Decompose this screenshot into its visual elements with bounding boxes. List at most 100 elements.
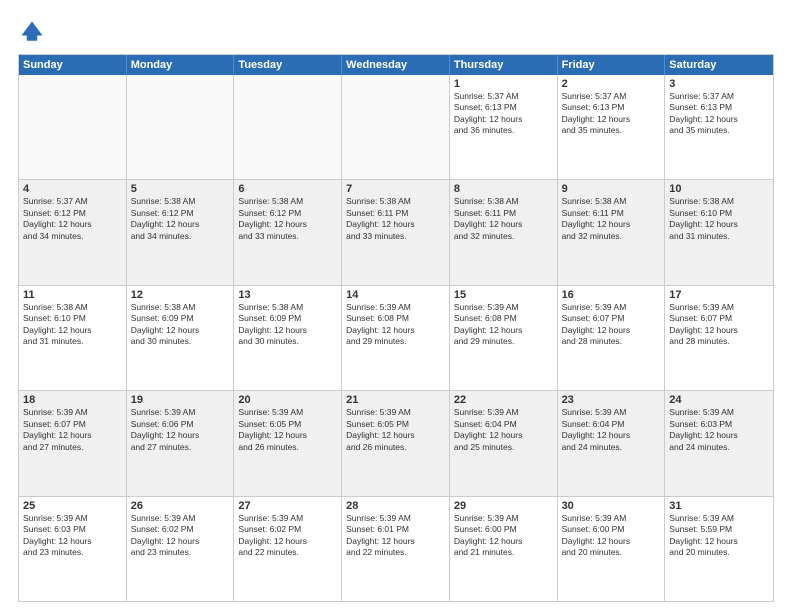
day-number: 4: [23, 183, 122, 195]
header-day-monday: Monday: [127, 55, 235, 75]
day-info: Sunrise: 5:37 AM Sunset: 6:12 PM Dayligh…: [23, 196, 122, 242]
day-info: Sunrise: 5:38 AM Sunset: 6:11 PM Dayligh…: [562, 196, 661, 242]
day-number: 11: [23, 289, 122, 301]
page: SundayMondayTuesdayWednesdayThursdayFrid…: [0, 0, 792, 612]
header-day-friday: Friday: [558, 55, 666, 75]
day-cell-16: 16Sunrise: 5:39 AM Sunset: 6:07 PM Dayli…: [558, 286, 666, 390]
day-info: Sunrise: 5:39 AM Sunset: 6:01 PM Dayligh…: [346, 513, 445, 559]
day-info: Sunrise: 5:39 AM Sunset: 6:08 PM Dayligh…: [454, 302, 553, 348]
header-day-sunday: Sunday: [19, 55, 127, 75]
day-info: Sunrise: 5:38 AM Sunset: 6:12 PM Dayligh…: [238, 196, 337, 242]
day-number: 6: [238, 183, 337, 195]
day-number: 16: [562, 289, 661, 301]
day-cell-25: 25Sunrise: 5:39 AM Sunset: 6:03 PM Dayli…: [19, 497, 127, 601]
day-number: 24: [669, 394, 769, 406]
header-day-tuesday: Tuesday: [234, 55, 342, 75]
day-cell-24: 24Sunrise: 5:39 AM Sunset: 6:03 PM Dayli…: [665, 391, 773, 495]
day-number: 22: [454, 394, 553, 406]
day-info: Sunrise: 5:38 AM Sunset: 6:10 PM Dayligh…: [23, 302, 122, 348]
day-cell-22: 22Sunrise: 5:39 AM Sunset: 6:04 PM Dayli…: [450, 391, 558, 495]
day-number: 5: [131, 183, 230, 195]
day-cell-28: 28Sunrise: 5:39 AM Sunset: 6:01 PM Dayli…: [342, 497, 450, 601]
day-cell-27: 27Sunrise: 5:39 AM Sunset: 6:02 PM Dayli…: [234, 497, 342, 601]
day-info: Sunrise: 5:39 AM Sunset: 6:03 PM Dayligh…: [23, 513, 122, 559]
day-number: 12: [131, 289, 230, 301]
day-cell-6: 6Sunrise: 5:38 AM Sunset: 6:12 PM Daylig…: [234, 180, 342, 284]
day-info: Sunrise: 5:39 AM Sunset: 6:04 PM Dayligh…: [562, 407, 661, 453]
day-number: 31: [669, 500, 769, 512]
day-number: 3: [669, 78, 769, 90]
day-cell-5: 5Sunrise: 5:38 AM Sunset: 6:12 PM Daylig…: [127, 180, 235, 284]
calendar-header: SundayMondayTuesdayWednesdayThursdayFrid…: [19, 55, 773, 75]
day-info: Sunrise: 5:39 AM Sunset: 6:04 PM Dayligh…: [454, 407, 553, 453]
day-number: 21: [346, 394, 445, 406]
day-number: 8: [454, 183, 553, 195]
calendar-row-4: 25Sunrise: 5:39 AM Sunset: 6:03 PM Dayli…: [19, 497, 773, 601]
day-number: 23: [562, 394, 661, 406]
day-number: 14: [346, 289, 445, 301]
header-day-saturday: Saturday: [665, 55, 773, 75]
day-cell-21: 21Sunrise: 5:39 AM Sunset: 6:05 PM Dayli…: [342, 391, 450, 495]
day-info: Sunrise: 5:39 AM Sunset: 6:07 PM Dayligh…: [23, 407, 122, 453]
calendar-row-2: 11Sunrise: 5:38 AM Sunset: 6:10 PM Dayli…: [19, 286, 773, 391]
day-cell-15: 15Sunrise: 5:39 AM Sunset: 6:08 PM Dayli…: [450, 286, 558, 390]
calendar-row-3: 18Sunrise: 5:39 AM Sunset: 6:07 PM Dayli…: [19, 391, 773, 496]
day-number: 13: [238, 289, 337, 301]
day-number: 20: [238, 394, 337, 406]
day-cell-29: 29Sunrise: 5:39 AM Sunset: 6:00 PM Dayli…: [450, 497, 558, 601]
day-info: Sunrise: 5:38 AM Sunset: 6:10 PM Dayligh…: [669, 196, 769, 242]
day-info: Sunrise: 5:39 AM Sunset: 6:07 PM Dayligh…: [669, 302, 769, 348]
day-info: Sunrise: 5:38 AM Sunset: 6:12 PM Dayligh…: [131, 196, 230, 242]
day-number: 30: [562, 500, 661, 512]
day-cell-1: 1Sunrise: 5:37 AM Sunset: 6:13 PM Daylig…: [450, 75, 558, 179]
day-number: 18: [23, 394, 122, 406]
empty-cell: [19, 75, 127, 179]
calendar: SundayMondayTuesdayWednesdayThursdayFrid…: [18, 54, 774, 602]
day-cell-23: 23Sunrise: 5:39 AM Sunset: 6:04 PM Dayli…: [558, 391, 666, 495]
header-day-wednesday: Wednesday: [342, 55, 450, 75]
day-cell-18: 18Sunrise: 5:39 AM Sunset: 6:07 PM Dayli…: [19, 391, 127, 495]
logo: [18, 18, 50, 46]
day-info: Sunrise: 5:39 AM Sunset: 5:59 PM Dayligh…: [669, 513, 769, 559]
day-info: Sunrise: 5:38 AM Sunset: 6:09 PM Dayligh…: [238, 302, 337, 348]
day-cell-3: 3Sunrise: 5:37 AM Sunset: 6:13 PM Daylig…: [665, 75, 773, 179]
day-cell-7: 7Sunrise: 5:38 AM Sunset: 6:11 PM Daylig…: [342, 180, 450, 284]
day-number: 25: [23, 500, 122, 512]
day-number: 9: [562, 183, 661, 195]
day-number: 19: [131, 394, 230, 406]
day-cell-11: 11Sunrise: 5:38 AM Sunset: 6:10 PM Dayli…: [19, 286, 127, 390]
day-cell-17: 17Sunrise: 5:39 AM Sunset: 6:07 PM Dayli…: [665, 286, 773, 390]
day-cell-4: 4Sunrise: 5:37 AM Sunset: 6:12 PM Daylig…: [19, 180, 127, 284]
empty-cell: [234, 75, 342, 179]
day-info: Sunrise: 5:39 AM Sunset: 6:06 PM Dayligh…: [131, 407, 230, 453]
day-info: Sunrise: 5:39 AM Sunset: 6:05 PM Dayligh…: [346, 407, 445, 453]
empty-cell: [127, 75, 235, 179]
day-info: Sunrise: 5:39 AM Sunset: 6:00 PM Dayligh…: [454, 513, 553, 559]
day-cell-19: 19Sunrise: 5:39 AM Sunset: 6:06 PM Dayli…: [127, 391, 235, 495]
day-cell-13: 13Sunrise: 5:38 AM Sunset: 6:09 PM Dayli…: [234, 286, 342, 390]
day-cell-31: 31Sunrise: 5:39 AM Sunset: 5:59 PM Dayli…: [665, 497, 773, 601]
calendar-row-0: 1Sunrise: 5:37 AM Sunset: 6:13 PM Daylig…: [19, 75, 773, 180]
logo-icon: [18, 18, 46, 46]
day-info: Sunrise: 5:39 AM Sunset: 6:03 PM Dayligh…: [669, 407, 769, 453]
day-info: Sunrise: 5:39 AM Sunset: 6:05 PM Dayligh…: [238, 407, 337, 453]
calendar-body: 1Sunrise: 5:37 AM Sunset: 6:13 PM Daylig…: [19, 75, 773, 601]
day-info: Sunrise: 5:39 AM Sunset: 6:00 PM Dayligh…: [562, 513, 661, 559]
day-info: Sunrise: 5:37 AM Sunset: 6:13 PM Dayligh…: [454, 91, 553, 137]
day-number: 26: [131, 500, 230, 512]
day-number: 1: [454, 78, 553, 90]
day-number: 28: [346, 500, 445, 512]
day-cell-20: 20Sunrise: 5:39 AM Sunset: 6:05 PM Dayli…: [234, 391, 342, 495]
day-number: 7: [346, 183, 445, 195]
day-info: Sunrise: 5:37 AM Sunset: 6:13 PM Dayligh…: [669, 91, 769, 137]
empty-cell: [342, 75, 450, 179]
day-number: 2: [562, 78, 661, 90]
day-info: Sunrise: 5:39 AM Sunset: 6:08 PM Dayligh…: [346, 302, 445, 348]
day-info: Sunrise: 5:39 AM Sunset: 6:07 PM Dayligh…: [562, 302, 661, 348]
day-cell-12: 12Sunrise: 5:38 AM Sunset: 6:09 PM Dayli…: [127, 286, 235, 390]
day-info: Sunrise: 5:37 AM Sunset: 6:13 PM Dayligh…: [562, 91, 661, 137]
day-number: 15: [454, 289, 553, 301]
header: [18, 18, 774, 46]
day-number: 29: [454, 500, 553, 512]
day-info: Sunrise: 5:38 AM Sunset: 6:11 PM Dayligh…: [454, 196, 553, 242]
